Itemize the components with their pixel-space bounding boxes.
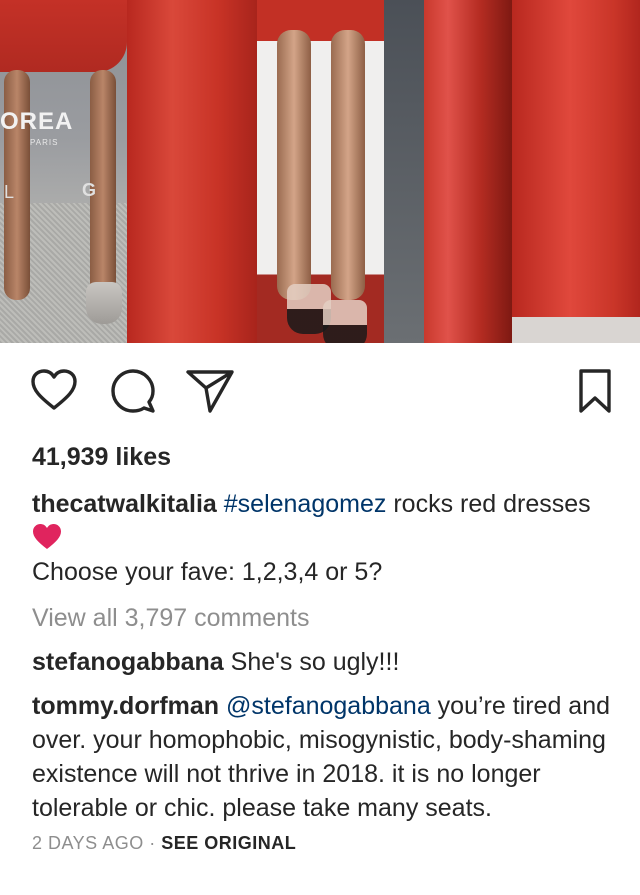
caption-hashtag[interactable]: #selenagomez	[224, 490, 387, 518]
backdrop-logo-text: OREA	[0, 108, 74, 135]
post-action-bar	[0, 343, 640, 439]
floor	[512, 317, 640, 343]
bookmark-outline-icon[interactable]	[578, 368, 612, 414]
comment-bubble-icon[interactable]	[110, 368, 156, 414]
paper-plane-icon[interactable]	[185, 368, 235, 414]
backdrop-letter: L	[4, 182, 15, 202]
comment-username[interactable]: stefanogabbana	[32, 648, 224, 676]
backdrop-shadow	[384, 0, 424, 343]
red-dress	[0, 0, 127, 72]
photo-panel-3	[257, 0, 384, 343]
post-caption: thecatwalkitalia #selenagomez rocks red …	[32, 487, 592, 589]
backdrop-logo-subtext: PARIS	[30, 138, 59, 147]
comment-mention[interactable]: @stefanogabbana	[226, 692, 431, 720]
comment-text: She's so ugly!!!	[223, 648, 400, 676]
view-all-comments-link[interactable]: View all 3,797 comments	[32, 601, 620, 635]
post-details: 41,939 likes thecatwalkitalia #selenagom…	[0, 439, 640, 854]
red-heart-emoji-icon	[32, 523, 62, 550]
backdrop-letter: G	[82, 180, 97, 200]
heart-outline-icon[interactable]	[30, 368, 78, 412]
caption-question: Choose your fave: 1,2,3,4 or 5?	[32, 558, 383, 586]
comment-item: stefanogabbana She's so ugly!!!	[32, 645, 622, 679]
post-photo-collage[interactable]: OREA PARIS L G	[0, 0, 640, 343]
photo-panel-4	[384, 0, 512, 343]
caption-username[interactable]: thecatwalkitalia	[32, 490, 217, 518]
leg	[277, 30, 311, 300]
leg	[331, 30, 365, 300]
see-original-link[interactable]: SEE ORIGINAL	[161, 833, 296, 853]
shoe	[323, 300, 367, 343]
timestamp: 2 DAYS AGO	[32, 833, 144, 853]
photo-panel-1: OREA PARIS L G	[0, 0, 127, 343]
caption-text: rocks red dresses	[386, 490, 591, 518]
comment-item: tommy.dorfman @stefanogabbana you’re tir…	[32, 689, 622, 825]
meta-separator: ·	[149, 833, 156, 853]
likes-count[interactable]: 41,939 likes	[32, 439, 620, 475]
shoe	[86, 282, 122, 324]
photo-panel-2	[127, 0, 257, 343]
comment-username[interactable]: tommy.dorfman	[32, 692, 219, 720]
photo-panel-5	[512, 0, 640, 343]
post-meta: 2 DAYS AGO · SEE ORIGINAL	[32, 833, 620, 854]
